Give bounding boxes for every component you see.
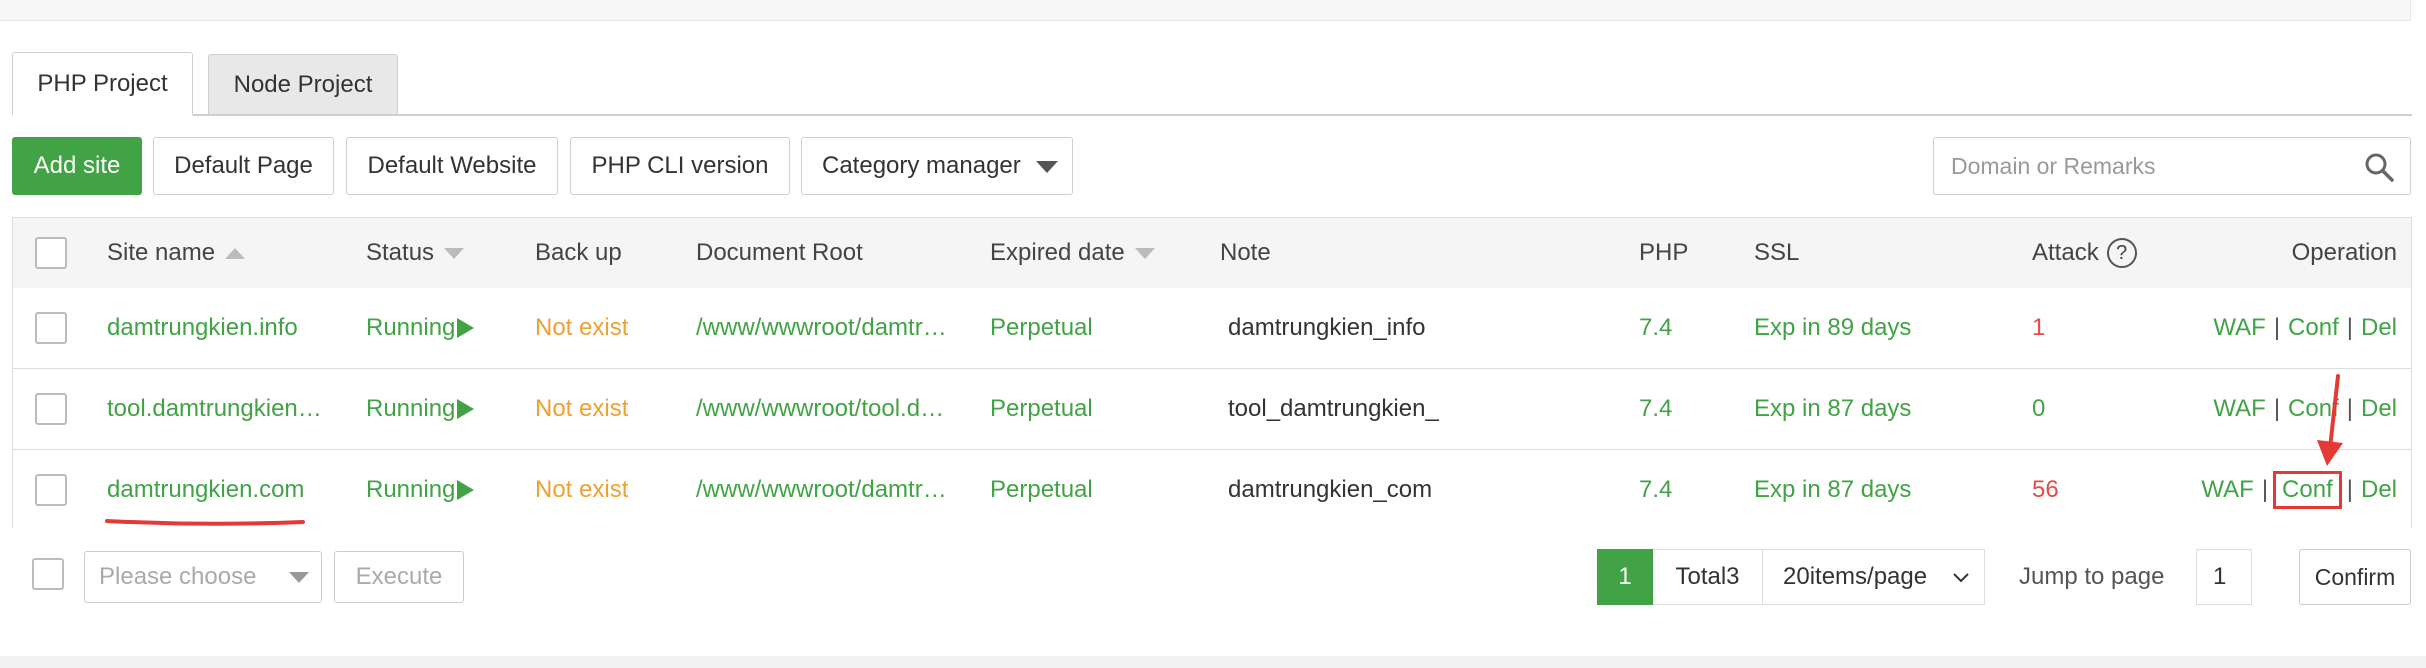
site-name-header[interactable]: Site name [107, 218, 246, 288]
note-field[interactable]: damtrungkien_com [1228, 450, 1432, 530]
sort-desc-icon [444, 247, 465, 259]
site-name-link[interactable]: tool.damtrungkien… [107, 369, 327, 449]
play-icon [457, 318, 475, 338]
waf-link[interactable]: WAF [2213, 314, 2265, 342]
sort-desc-icon [1134, 247, 1155, 259]
row-checkbox[interactable] [35, 312, 67, 344]
page-size-select[interactable]: 20items/page [1763, 549, 1985, 605]
separator: | [2346, 314, 2353, 341]
del-link[interactable]: Del [2361, 476, 2397, 504]
expired-date-header[interactable]: Expired date [990, 218, 1155, 288]
page-size-label: 20items/page [1783, 563, 1928, 590]
site-table: Site name Status Back up Document Root E… [12, 217, 2412, 530]
current-page[interactable]: 1 [1597, 549, 1653, 605]
del-link[interactable]: Del [2361, 314, 2397, 342]
ssl-link[interactable]: Exp in 89 days [1754, 288, 1911, 368]
default-page-button[interactable]: Default Page [153, 137, 334, 195]
select-all-checkbox[interactable] [35, 237, 67, 269]
expired-date-link[interactable]: Perpetual [990, 450, 1093, 530]
backup-link[interactable]: Not exist [535, 450, 628, 530]
default-website-button[interactable]: Default Website [346, 137, 558, 195]
search-box [1933, 137, 2411, 195]
tab-php-project[interactable]: PHP Project [12, 52, 193, 116]
expired-date-link[interactable]: Perpetual [990, 369, 1093, 449]
caret-down-icon [1036, 161, 1058, 173]
php-version-link[interactable]: 7.4 [1639, 288, 1672, 368]
separator: | [2346, 476, 2353, 503]
chevron-down-icon [1953, 573, 1969, 583]
total-count: Total3 [1653, 549, 1763, 605]
backup-header: Back up [535, 239, 622, 266]
help-icon[interactable]: ? [2106, 238, 2137, 268]
site-name-link[interactable]: damtrungkien.info [107, 288, 327, 368]
category-manager-dropdown[interactable]: Category manager [801, 137, 1073, 195]
play-icon [457, 399, 475, 419]
conf-link[interactable]: Conf [2288, 314, 2339, 342]
backup-link[interactable]: Not exist [535, 288, 628, 368]
document-root-link[interactable]: /www/wwwroot/tool.d… [696, 369, 956, 449]
attack-count[interactable]: 1 [2032, 288, 2045, 368]
table-row: damtrungkien.com Running Not exist /www/… [13, 450, 2411, 530]
top-panel [0, 0, 2411, 21]
batch-select-checkbox[interactable] [32, 558, 64, 590]
status-toggle[interactable]: Running [366, 288, 475, 368]
operation-header: Operation [2291, 239, 2397, 266]
php-version-link[interactable]: 7.4 [1639, 369, 1672, 449]
table-row: tool.damtrungkien… Running Not exist /ww… [13, 369, 2411, 450]
sort-asc-icon [225, 247, 246, 259]
bottom-panel [0, 656, 2426, 668]
note-field[interactable]: damtrungkien_info [1228, 288, 1425, 368]
confirm-button[interactable]: Confirm [2299, 549, 2411, 605]
separator: | [2273, 314, 2281, 341]
annotation-underline [105, 519, 305, 526]
attack-count[interactable]: 56 [2032, 450, 2059, 530]
expired-date-link[interactable]: Perpetual [990, 288, 1093, 368]
status-toggle[interactable]: Running [366, 369, 475, 449]
php-version-link[interactable]: 7.4 [1639, 450, 1672, 530]
attack-count[interactable]: 0 [2032, 369, 2045, 449]
del-link[interactable]: Del [2361, 395, 2397, 423]
category-manager-label: Category manager [822, 152, 1021, 179]
php-cli-version-button[interactable]: PHP CLI version [570, 137, 790, 195]
status-header[interactable]: Status [366, 218, 465, 288]
waf-link[interactable]: WAF [2201, 476, 2253, 504]
row-operations: WAF | Conf | Del [2213, 288, 2397, 368]
search-icon[interactable] [2364, 152, 2394, 182]
annotation-arrow-icon [2317, 374, 2343, 466]
ssl-link[interactable]: Exp in 87 days [1754, 369, 1911, 449]
separator: | [2273, 395, 2281, 422]
separator: | [2261, 476, 2269, 503]
tab-node-project[interactable]: Node Project [208, 54, 398, 114]
play-icon [457, 480, 475, 500]
waf-link[interactable]: WAF [2213, 395, 2265, 423]
jump-to-page-label: Jump to page [2019, 563, 2165, 590]
note-field[interactable]: tool_damtrungkien_ [1228, 369, 1439, 449]
row-checkbox[interactable] [35, 474, 67, 506]
document-root-header: Document Root [696, 239, 863, 266]
table-header: Site name Status Back up Document Root E… [13, 218, 2411, 289]
ssl-header: SSL [1754, 239, 1800, 266]
jump-page-input[interactable] [2196, 549, 2252, 605]
project-tabs: PHP Project Node Project [12, 52, 2412, 116]
status-toggle[interactable]: Running [366, 450, 475, 530]
batch-action-select[interactable]: Please choose [84, 551, 322, 603]
add-site-button[interactable]: Add site [12, 137, 142, 195]
attack-header: Attack? [2032, 218, 2137, 288]
document-root-link[interactable]: /www/wwwroot/damtr… [696, 450, 956, 530]
caret-down-icon [289, 572, 309, 583]
batch-action-placeholder: Please choose [99, 563, 257, 590]
row-checkbox[interactable] [35, 393, 67, 425]
conf-link-highlighted[interactable]: Conf [2273, 471, 2342, 509]
search-input[interactable] [1934, 138, 2354, 194]
backup-link[interactable]: Not exist [535, 369, 628, 449]
execute-button[interactable]: Execute [334, 551, 464, 603]
table-row: damtrungkien.info Running Not exist /www… [13, 288, 2411, 369]
document-root-link[interactable]: /www/wwwroot/damtr… [696, 288, 956, 368]
php-header: PHP [1639, 239, 1689, 266]
note-header: Note [1220, 239, 1271, 266]
ssl-link[interactable]: Exp in 87 days [1754, 450, 1911, 530]
